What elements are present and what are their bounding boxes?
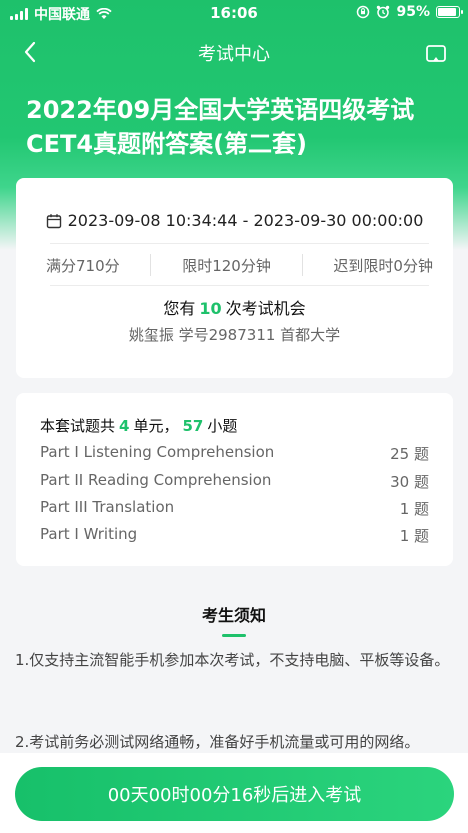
part-row: Part I Listening Comprehension 25 题: [40, 443, 429, 464]
time-limit: 限时120分钟: [182, 256, 271, 275]
exam-time-range: 2023-09-08 10:34:44 - 2023-09-30 00:00:0…: [67, 211, 424, 230]
summary-units-suffix: 单元，: [133, 417, 179, 435]
separator: [301, 254, 303, 276]
chance-count: 10: [199, 299, 222, 318]
part-count: 1 题: [399, 500, 429, 518]
status-right: 95%: [356, 4, 463, 20]
nav-title: 考试中心: [198, 44, 270, 65]
student-info: 姚玺振 学号2987311 首都大学: [128, 326, 341, 344]
exam-info-card: 2023-09-08 10:34:44 - 2023-09-30 00:00:0…: [16, 178, 453, 378]
part-count: 1 题: [399, 527, 429, 545]
exam-center-page: 中国联通 16:06 95% 考试中心 2022年09月全国大学英语四级考试CE…: [0, 0, 468, 833]
part-row: Part I Writing 1 题: [40, 525, 429, 546]
divider: [50, 243, 429, 244]
battery-percentage: 95%: [396, 4, 430, 20]
divider: [50, 285, 429, 286]
notice-item: 1.仅支持主流智能手机参加本次考试，不支持电脑、平板等设备。: [15, 651, 450, 669]
notice-underline: [222, 634, 246, 637]
exam-meta-row: 满分710分 限时120分钟 迟到限时0分钟: [46, 252, 433, 278]
chance-prefix: 您有: [163, 299, 196, 318]
exam-title: 2022年09月全国大学英语四级考试CET4真题附答案(第二套): [26, 96, 415, 158]
unit-count: 4: [119, 417, 130, 435]
part-row: Part III Translation 1 题: [40, 498, 429, 519]
part-count: 30 题: [390, 473, 429, 491]
battery-level-fill: [438, 8, 457, 16]
part-name: Part II Reading Comprehension: [40, 471, 272, 489]
exam-time-row: 2023-09-08 10:34:44 - 2023-09-30 00:00:0…: [16, 211, 453, 230]
summary-prefix: 本套试题共: [40, 417, 116, 435]
late-limit: 迟到限时0分钟: [333, 256, 433, 275]
part-name: Part III Translation: [40, 498, 175, 516]
question-summary: 本套试题共 4 单元， 57 小题: [40, 415, 237, 436]
part-count: 25 题: [390, 445, 429, 463]
cast-screen-icon: [426, 45, 446, 62]
summary-questions-suffix: 小题: [207, 417, 238, 435]
calendar-icon: [46, 213, 61, 228]
part-row: Part II Reading Comprehension 30 题: [40, 471, 429, 492]
notice-title: 考生须知: [201, 606, 266, 625]
status-bar: 中国联通 16:06 95%: [0, 0, 468, 26]
full-score: 满分710分: [46, 256, 120, 275]
exam-chances: 您有 10 次考试机会: [16, 295, 453, 319]
chance-suffix: 次考试机会: [225, 299, 306, 318]
separator: [150, 254, 152, 276]
enter-exam-button[interactable]: 00天00时00分16秒后进入考试: [15, 767, 454, 821]
part-name: Part I Listening Comprehension: [40, 443, 275, 461]
question-count: 57: [182, 417, 204, 435]
nav-bar: 考试中心: [0, 30, 468, 74]
alarm-icon: [377, 5, 390, 19]
orientation-lock-icon: [357, 5, 370, 19]
cast-button[interactable]: [420, 38, 452, 70]
battery-icon: [436, 6, 463, 18]
exam-structure-card: 本套试题共 4 单元， 57 小题 Part I Listening Comprehen…: [16, 393, 453, 566]
part-name: Part I Writing: [40, 525, 138, 543]
